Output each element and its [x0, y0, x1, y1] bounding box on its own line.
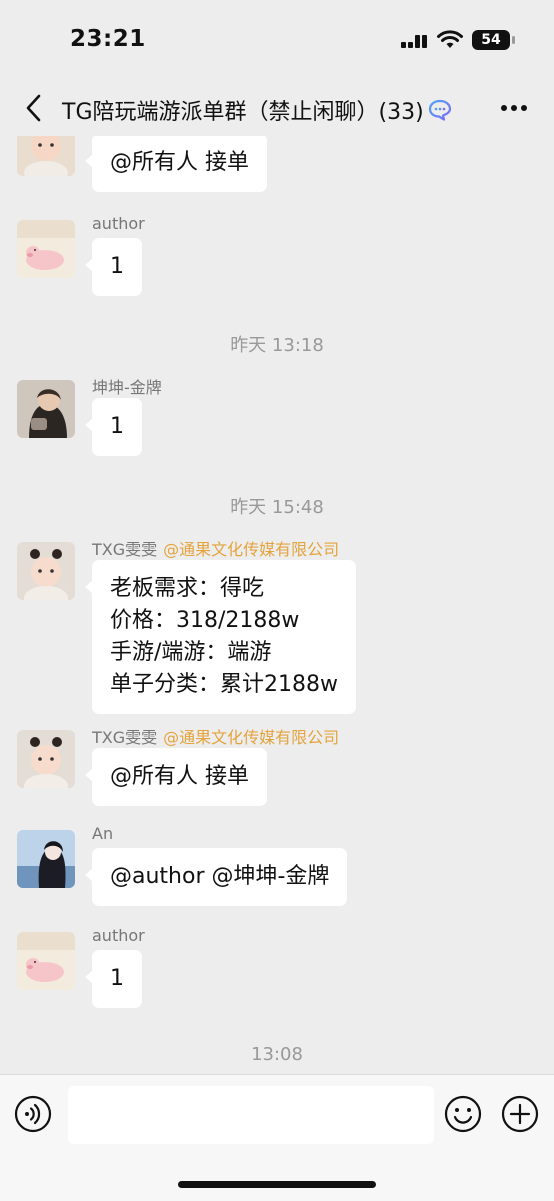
sender-name-text: author — [92, 214, 145, 233]
baby-avatar-image — [17, 136, 75, 176]
message-text: @author @坤坤-金牌 — [110, 864, 330, 889]
nav-bar: TG陪玩端游派单群（禁止闲聊）(33) — [0, 80, 554, 136]
back-button[interactable] — [18, 92, 48, 124]
message-bubble[interactable]: @所有人 接单 — [85, 136, 267, 192]
message-text-line: 手游/端游：端游 — [110, 640, 272, 665]
timestamp: 昨天 13:18 — [230, 335, 324, 356]
more-actions-button[interactable] — [501, 1095, 539, 1133]
chat-title[interactable]: TG陪玩端游派单群（禁止闲聊）(33) — [62, 94, 452, 126]
status-time: 23:21 — [70, 26, 146, 52]
message-input[interactable] — [68, 1086, 434, 1144]
plus-icon — [501, 1095, 539, 1133]
emoji-button[interactable] — [444, 1095, 482, 1133]
message-bubble[interactable]: 1 — [85, 950, 142, 1008]
pig-avatar-image — [17, 932, 75, 990]
wifi-icon — [437, 30, 463, 48]
message-text: 1 — [110, 254, 124, 279]
emoji-icon — [444, 1095, 482, 1133]
message-text-line: 价格：318/2188w — [110, 608, 300, 633]
baby-avatar-image — [17, 542, 75, 600]
timestamp: 13:08 — [251, 1044, 303, 1065]
message-text-line: 老板需求：得吃 — [110, 576, 265, 601]
message-bubble[interactable]: @author @坤坤-金牌 — [84, 848, 348, 906]
back-arrow-icon — [26, 94, 41, 122]
avatar[interactable] — [17, 730, 75, 788]
sender-name: TXG雯雯 @通果文化传媒有限公司 — [92, 536, 339, 560]
message-text: @所有人 接单 — [110, 764, 249, 789]
anime-avatar-image — [17, 830, 75, 888]
person-avatar-image — [17, 380, 75, 438]
chat-area[interactable]: @所有人 接单 author 1 昨天 13:18 坤坤-金牌 1 昨天 15:… — [0, 136, 554, 1074]
home-indicator[interactable] — [178, 1181, 376, 1188]
avatar[interactable] — [17, 542, 75, 600]
sender-name-text: author — [92, 926, 145, 945]
sender-name: TXG雯雯 @通果文化传媒有限公司 — [92, 724, 339, 748]
input-bar — [0, 1074, 554, 1201]
sender-name-text: TXG雯雯 — [92, 540, 158, 559]
signal-icon — [401, 35, 427, 48]
company-tag: @通果文化传媒有限公司 — [163, 728, 340, 747]
more-button[interactable] — [496, 94, 532, 122]
chat-bubble-icon — [428, 99, 451, 121]
message-text: 1 — [110, 966, 124, 991]
avatar[interactable] — [17, 380, 75, 438]
message-text-line: 单子分类：累计2188w — [110, 672, 338, 697]
sender-name: author — [92, 926, 145, 945]
message-bubble[interactable]: 老板需求：得吃 价格：318/2188w 手游/端游：端游 单子分类：累计218… — [85, 560, 356, 714]
message-text: @所有人 接单 — [110, 150, 249, 175]
baby-avatar-image — [17, 730, 75, 788]
more-icon — [501, 105, 527, 111]
status-bar: 23:21 54 — [0, 0, 554, 80]
avatar[interactable] — [17, 220, 75, 278]
voice-icon — [14, 1095, 52, 1133]
message-bubble[interactable]: 1 — [85, 238, 142, 296]
chat-title-text: TG陪玩端游派单群（禁止闲聊）(33) — [62, 100, 424, 125]
pig-avatar-image — [17, 220, 75, 278]
sender-name-text: TXG雯雯 — [92, 728, 158, 747]
voice-button[interactable] — [14, 1095, 52, 1133]
system-icons: 54 — [400, 30, 515, 50]
message-bubble[interactable]: 1 — [85, 398, 142, 456]
company-tag: @通果文化传媒有限公司 — [163, 540, 340, 559]
sender-name: An — [92, 824, 113, 843]
sender-name: author — [92, 214, 145, 233]
timestamp: 昨天 15:48 — [230, 497, 324, 518]
avatar[interactable] — [17, 932, 75, 990]
avatar[interactable] — [17, 136, 75, 176]
sender-name-text: An — [92, 824, 114, 843]
avatar[interactable] — [17, 830, 75, 888]
message-bubble[interactable]: @所有人 接单 — [85, 748, 267, 806]
battery-indicator: 54 — [472, 30, 515, 50]
sender-name: 坤坤-金牌 — [92, 374, 162, 398]
sender-name-text: 坤坤-金牌 — [92, 378, 162, 397]
message-text: 1 — [110, 414, 124, 439]
